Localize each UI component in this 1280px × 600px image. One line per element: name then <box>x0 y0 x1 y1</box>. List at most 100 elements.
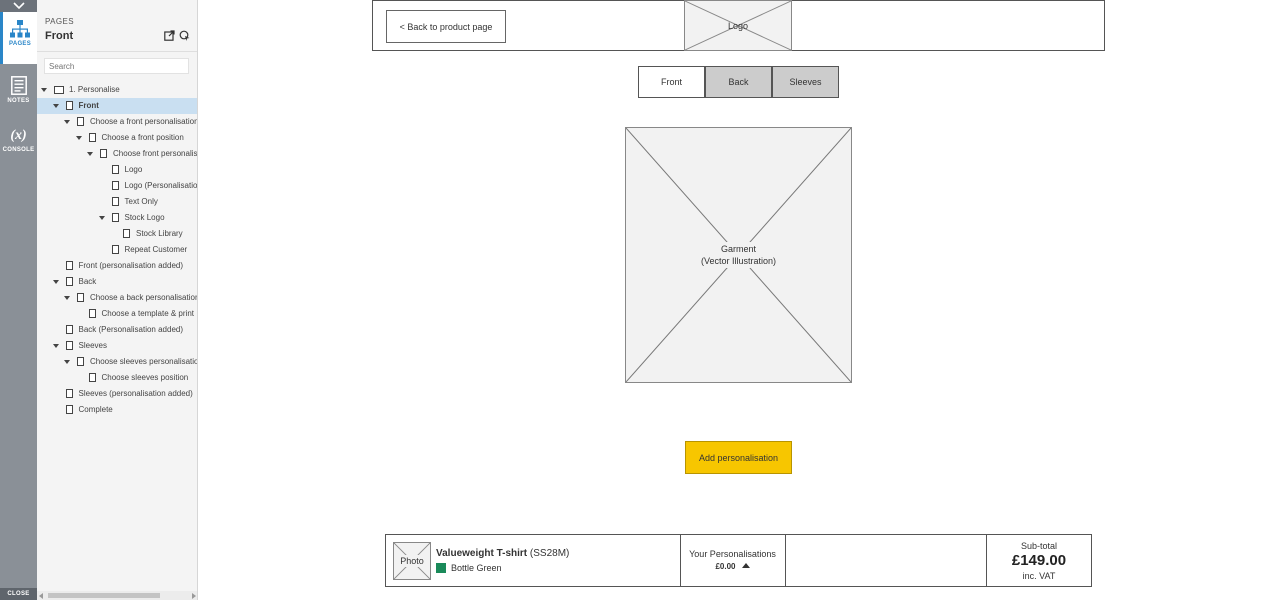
folder-icon <box>54 86 64 94</box>
tree-item-label: Stock Logo <box>124 213 165 222</box>
search-input[interactable] <box>44 58 189 74</box>
expand-toggle-icon[interactable] <box>41 88 47 92</box>
tab-pages-label: PAGES <box>8 41 32 47</box>
expand-toggle-icon[interactable] <box>52 280 59 284</box>
page-icon <box>65 389 73 398</box>
page-icon <box>111 165 119 174</box>
page-icon <box>111 181 119 190</box>
tree-item[interactable]: Repeat Customer <box>37 242 197 258</box>
sitemap-icon <box>10 20 30 38</box>
expand-toggle-icon[interactable] <box>75 136 82 140</box>
tree-item[interactable]: Back (Personalisation added) <box>37 322 197 338</box>
add-personalisation-button[interactable]: Add personalisation <box>685 441 792 474</box>
tab-notes-label: NOTES <box>7 98 30 104</box>
page-icon <box>111 213 119 222</box>
tree-item-label: Sleeves (personalisation added) <box>78 389 193 398</box>
tree-item[interactable]: Sleeves (personalisation added) <box>37 386 197 402</box>
tree-item[interactable]: Choose a back personalisation <box>37 290 198 306</box>
expand-toggle-icon[interactable] <box>87 152 93 156</box>
photo-label: Photo <box>394 543 430 579</box>
pages-sidebar: PAGES Front 1. Personalise Front Choose a … <box>37 0 198 600</box>
page-icon <box>88 309 96 318</box>
scroll-right-icon[interactable] <box>192 593 196 599</box>
expand-toggle-icon[interactable] <box>64 296 70 300</box>
variable-x-icon: (x) <box>10 128 27 143</box>
tree-item[interactable]: Logo (Personalisation) <box>37 178 197 194</box>
tree-item[interactable]: Choose front personalisation <box>37 146 198 162</box>
tab-back[interactable]: Back <box>705 66 772 98</box>
tree-item[interactable]: Text Only <box>37 194 197 210</box>
sidebar-divider <box>37 51 197 52</box>
page-icon <box>65 101 73 110</box>
tree-item-label: Repeat Customer <box>124 245 188 254</box>
scroll-left-icon[interactable] <box>39 593 43 599</box>
tree-item[interactable]: Front <box>37 98 197 114</box>
tab-console[interactable]: (x) CONSOLE <box>0 120 37 172</box>
tree-item[interactable]: Choose a front personalisation <box>37 114 198 130</box>
expand-toggle-icon[interactable] <box>64 120 70 124</box>
garment-label-line2: (Vector Illustration) <box>700 256 777 266</box>
tree-item[interactable]: Choose sleeves position <box>37 370 197 386</box>
tree-item-label: Choose a front personalisation <box>90 117 198 126</box>
summary-divider <box>680 535 681 586</box>
tree-item-label: Text Only <box>124 197 158 206</box>
refresh-pin-icon[interactable] <box>179 30 190 41</box>
expand-toggle-icon[interactable] <box>64 360 70 364</box>
tree-item-label: Choose sleeves personalisation <box>90 357 198 366</box>
tree-item[interactable]: Front (personalisation added) <box>37 258 197 274</box>
expand-toggle-icon[interactable] <box>52 344 59 348</box>
tree-item[interactable]: Stock Logo <box>37 210 197 226</box>
page-icon <box>88 133 96 142</box>
tree-item-label: Choose front personalisation <box>113 149 198 158</box>
tree-item[interactable]: Complete <box>37 402 197 418</box>
caret-up-icon[interactable] <box>741 563 750 568</box>
tab-pages[interactable]: PAGES <box>0 12 37 64</box>
page-icon <box>65 341 73 350</box>
tree-item-label: Choose a template & print <box>101 309 195 318</box>
tab-sleeves[interactable]: Sleeves <box>772 66 839 98</box>
current-page-title: Front <box>45 30 74 42</box>
horizontal-scrollbar[interactable] <box>37 591 197 600</box>
expand-toggle-icon[interactable] <box>52 104 59 108</box>
tree-item[interactable]: Choose sleeves personalisation <box>37 354 198 370</box>
page-icon <box>100 149 107 158</box>
tab-front[interactable]: Front <box>638 66 705 98</box>
scrollbar-thumb[interactable] <box>48 593 160 598</box>
tree-item[interactable]: Logo <box>37 162 197 178</box>
page-icon <box>65 405 73 414</box>
tree-item[interactable]: 1. Personalise <box>37 82 197 98</box>
page-icon <box>123 229 130 238</box>
tree-item-label: Front (personalisation added) <box>78 261 184 270</box>
tree-item-label: Back (Personalisation added) <box>78 325 184 334</box>
page-icon <box>88 373 96 382</box>
left-icon-bar: PAGES NOTES (x) CONSOLE CLOSE <box>0 0 37 600</box>
view-tabs: Front Back Sleeves <box>638 66 839 98</box>
tree-item[interactable]: Back <box>37 274 197 290</box>
personalisations-total[interactable]: £0.00 <box>680 562 785 571</box>
notes-icon <box>10 76 27 95</box>
back-to-product-button[interactable]: < Back to product page <box>386 10 506 43</box>
page-icon <box>111 197 119 206</box>
tree-item-label: Back <box>78 277 97 286</box>
tree-item-label: Choose sleeves position <box>101 373 189 382</box>
expand-toggle-icon[interactable] <box>98 216 105 220</box>
subtotal-value: £149.00 <box>1011 552 1067 569</box>
wireframe-viewer: PAGES NOTES (x) CONSOLE CLOSE PAGES Fron… <box>0 0 1280 600</box>
tree-item[interactable]: Sleeves <box>37 338 197 354</box>
garment-label: Garment (Vector Illustration) <box>626 128 851 382</box>
product-photo-placeholder: Photo <box>393 542 431 580</box>
personalisations-value: £0.00 <box>715 562 736 571</box>
tree-item-label: Front <box>78 101 99 110</box>
colour-name: Bottle Green <box>451 563 502 573</box>
tree-item[interactable]: Stock Library <box>37 226 197 242</box>
tree-item-label: Choose a back personalisation <box>90 293 198 302</box>
tree-item[interactable]: Choose a front position <box>37 130 197 146</box>
colour-swatch <box>436 563 446 573</box>
tab-notes[interactable]: NOTES <box>0 68 37 120</box>
collapse-toggle[interactable] <box>0 0 37 12</box>
page-icon <box>77 357 84 366</box>
page-icon <box>77 293 84 302</box>
export-icon[interactable] <box>164 30 175 41</box>
close-button[interactable]: CLOSE <box>0 588 37 600</box>
tree-item[interactable]: Choose a template & print <box>37 306 197 322</box>
